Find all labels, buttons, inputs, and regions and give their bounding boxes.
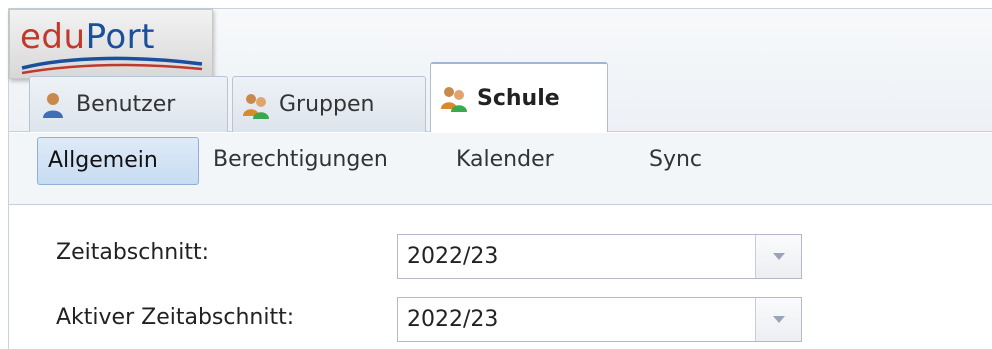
sub-navigation: Allgemein Berechtigungen Kalender Sync xyxy=(9,133,992,205)
subtab-sync[interactable]: Sync xyxy=(649,137,702,185)
tab-label: Gruppen xyxy=(279,92,375,117)
logo-edu: edu xyxy=(20,17,86,57)
zeitabschnitt-select[interactable]: 2022/23 xyxy=(397,234,802,279)
aktiver-zeitabschnitt-dropdown-button[interactable] xyxy=(755,298,801,341)
logo-port: Port xyxy=(85,17,155,57)
logo-text: eduPort xyxy=(20,17,155,57)
subtab-allgemein[interactable]: Allgemein xyxy=(37,137,199,185)
subtab-kalender[interactable]: Kalender xyxy=(456,137,554,185)
subtab-berechtigungen[interactable]: Berechtigungen xyxy=(213,137,388,185)
chevron-down-icon xyxy=(772,253,785,260)
zeitabschnitt-dropdown-button[interactable] xyxy=(755,235,801,278)
tab-benutzer[interactable]: Benutzer xyxy=(29,76,228,132)
tab-gruppen[interactable]: Gruppen xyxy=(232,76,426,132)
tab-label: Schule xyxy=(477,85,560,111)
aktiver-zeitabschnitt-label: Aktiver Zeitabschnitt: xyxy=(56,305,295,330)
tab-label: Benutzer xyxy=(76,92,176,117)
group-icon xyxy=(243,93,269,119)
zeitabschnitt-value[interactable]: 2022/23 xyxy=(398,235,755,278)
school-icon xyxy=(441,87,467,112)
user-icon xyxy=(43,92,63,118)
chevron-down-icon xyxy=(772,316,785,323)
tab-schule[interactable]: Schule xyxy=(430,62,608,132)
left-rail xyxy=(0,0,8,349)
aktiver-zeitabschnitt-select[interactable]: 2022/23 xyxy=(397,297,802,342)
zeitabschnitt-label: Zeitabschnitt: xyxy=(56,240,210,265)
eduport-logo: eduPort xyxy=(9,9,213,79)
logo-swoosh-icon xyxy=(21,56,203,75)
aktiver-zeitabschnitt-value[interactable]: 2022/23 xyxy=(398,298,755,341)
